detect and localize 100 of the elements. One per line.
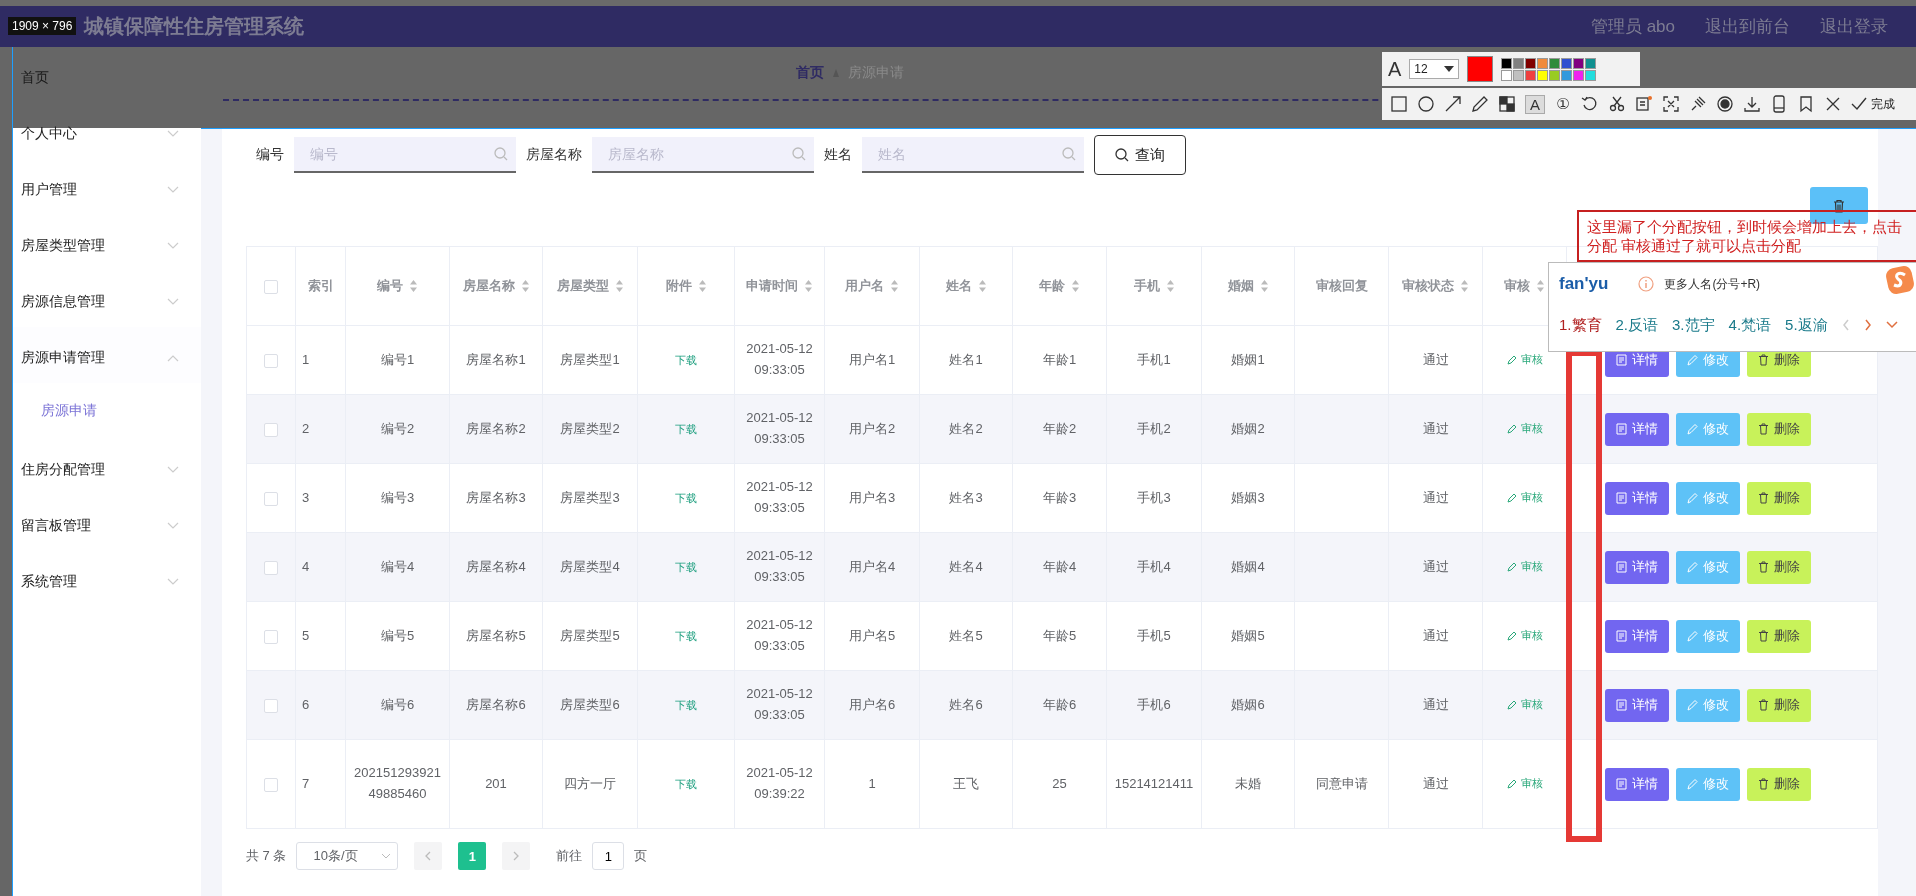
sort-icon[interactable] — [1259, 279, 1269, 293]
sidebar-item[interactable]: 系统管理 — [13, 551, 201, 607]
sort-icon[interactable] — [1165, 279, 1175, 293]
scissors-icon[interactable] — [1608, 95, 1626, 113]
sort-icon[interactable] — [697, 279, 707, 293]
page-button[interactable]: 1 — [458, 842, 487, 870]
text-tool-button[interactable]: A — [1525, 94, 1545, 114]
sort-icon[interactable] — [614, 279, 624, 293]
sort-icon[interactable] — [409, 279, 418, 293]
circle-icon[interactable] — [1417, 95, 1435, 113]
delete-button[interactable]: 删除 — [1747, 550, 1811, 584]
search-input[interactable]: 姓名 — [876, 145, 1062, 163]
color-swatch[interactable] — [1537, 57, 1549, 69]
number-tool-button[interactable]: ① — [1554, 95, 1572, 113]
rect-icon[interactable] — [1390, 95, 1408, 113]
done-button[interactable]: 完成 — [1851, 95, 1895, 113]
ime-candidate[interactable]: 1.繁育 — [1559, 315, 1602, 335]
checkbox[interactable] — [264, 353, 278, 368]
review-link[interactable]: 审核 — [1506, 490, 1543, 506]
page-size-select[interactable]: 10条/页 — [296, 842, 399, 870]
sort-icon[interactable] — [977, 279, 987, 293]
checkbox[interactable] — [264, 777, 278, 792]
chevron-left-icon[interactable] — [1841, 319, 1850, 331]
color-swatch[interactable] — [1513, 69, 1525, 81]
download-link[interactable]: 下载 — [675, 354, 697, 366]
sort-icon[interactable] — [520, 279, 530, 293]
ime-candidate[interactable]: 3.范宇 — [1672, 315, 1715, 335]
sort-icon[interactable] — [890, 279, 899, 293]
query-button[interactable]: 查询 — [1094, 135, 1186, 175]
detail-button[interactable]: 详情 — [1605, 767, 1669, 801]
checkbox[interactable] — [264, 491, 278, 506]
ime-candidate[interactable]: 4.梵语 — [1728, 315, 1772, 335]
color-swatch[interactable] — [1501, 57, 1513, 69]
ime-candidate[interactable]: 5.返渝 — [1785, 315, 1828, 335]
download-icon[interactable] — [1743, 95, 1761, 113]
current-color-swatch[interactable] — [1467, 56, 1494, 82]
sidebar-item[interactable]: 留言板管理 — [13, 495, 201, 551]
download-link[interactable]: 下载 — [675, 492, 697, 504]
color-swatch[interactable] — [1585, 57, 1597, 69]
color-swatch[interactable] — [1501, 69, 1513, 81]
page-input[interactable]: 1 — [592, 842, 625, 870]
sort-icon[interactable] — [1460, 279, 1469, 293]
detail-button[interactable]: 详情 — [1605, 481, 1669, 515]
search-field[interactable]: 姓名 — [862, 137, 1084, 173]
sidebar-item[interactable]: 个人中心 — [13, 103, 201, 159]
sort-icon[interactable] — [804, 279, 813, 293]
color-swatch[interactable] — [1549, 57, 1561, 69]
breadcrumb-link[interactable]: 首页 — [795, 64, 824, 82]
detail-button[interactable]: 详情 — [1605, 619, 1669, 653]
review-link[interactable]: 审核 — [1506, 628, 1543, 644]
download-link[interactable]: 下载 — [675, 423, 697, 435]
checkbox[interactable] — [264, 629, 278, 644]
close-icon[interactable] — [1824, 95, 1842, 113]
review-link[interactable]: 审核 — [1506, 559, 1543, 575]
record-icon[interactable] — [1716, 95, 1734, 113]
mosaic-icon[interactable] — [1498, 95, 1516, 113]
font-size-select[interactable]: 12 — [1409, 59, 1460, 79]
color-swatch[interactable] — [1525, 57, 1537, 69]
sidebar-item[interactable]: 房屋类型管理 — [13, 215, 201, 271]
detail-button[interactable]: 详情 — [1605, 550, 1669, 584]
crop-icon[interactable] — [1662, 95, 1680, 113]
ocr-icon[interactable] — [1635, 95, 1653, 113]
ime-candidate[interactable]: 2.反语 — [1615, 315, 1659, 335]
arrow-icon[interactable] — [1444, 95, 1462, 113]
review-link[interactable]: 审核 — [1506, 352, 1543, 368]
delete-button[interactable]: 删除 — [1747, 412, 1811, 446]
review-link[interactable]: 审核 — [1506, 776, 1543, 792]
color-swatch[interactable] — [1513, 57, 1525, 69]
color-swatch[interactable] — [1549, 69, 1561, 81]
download-link[interactable]: 下载 — [675, 699, 697, 711]
sidebar-item[interactable]: 住房分配管理 — [13, 439, 201, 495]
chevron-right-icon[interactable] — [1863, 319, 1872, 331]
review-link[interactable]: 审核 — [1506, 697, 1543, 713]
phone-icon[interactable] — [1770, 95, 1788, 113]
chevron-down-icon[interactable] — [1885, 321, 1898, 329]
sidebar-item[interactable]: 首页 — [13, 47, 201, 103]
checkbox[interactable] — [264, 279, 278, 294]
color-swatch[interactable] — [1573, 69, 1585, 81]
review-link[interactable]: 审核 — [1506, 421, 1543, 437]
header-link[interactable]: 退出登录 — [1820, 15, 1888, 38]
sort-icon[interactable] — [1071, 279, 1080, 293]
delete-button[interactable]: 删除 — [1747, 688, 1811, 722]
checkbox[interactable] — [264, 422, 278, 437]
sidebar-item[interactable]: 用户管理 — [13, 159, 201, 215]
pencil-icon[interactable] — [1471, 95, 1489, 113]
color-swatch[interactable] — [1585, 69, 1597, 81]
header-link[interactable]: 退出到前台 — [1705, 15, 1790, 38]
delete-button[interactable]: 删除 — [1747, 481, 1811, 515]
checkbox[interactable] — [264, 698, 278, 713]
download-link[interactable]: 下载 — [675, 778, 697, 790]
color-swatch[interactable] — [1537, 69, 1549, 81]
sort-icon[interactable] — [1536, 279, 1545, 293]
download-link[interactable]: 下载 — [675, 630, 697, 642]
color-swatch[interactable] — [1525, 69, 1537, 81]
delete-button[interactable]: 删除 — [1747, 767, 1811, 801]
undo-icon[interactable] — [1581, 95, 1599, 113]
checkbox[interactable] — [264, 560, 278, 575]
detail-button[interactable]: 详情 — [1605, 412, 1669, 446]
color-swatch[interactable] — [1561, 69, 1573, 81]
download-link[interactable]: 下载 — [675, 561, 697, 573]
